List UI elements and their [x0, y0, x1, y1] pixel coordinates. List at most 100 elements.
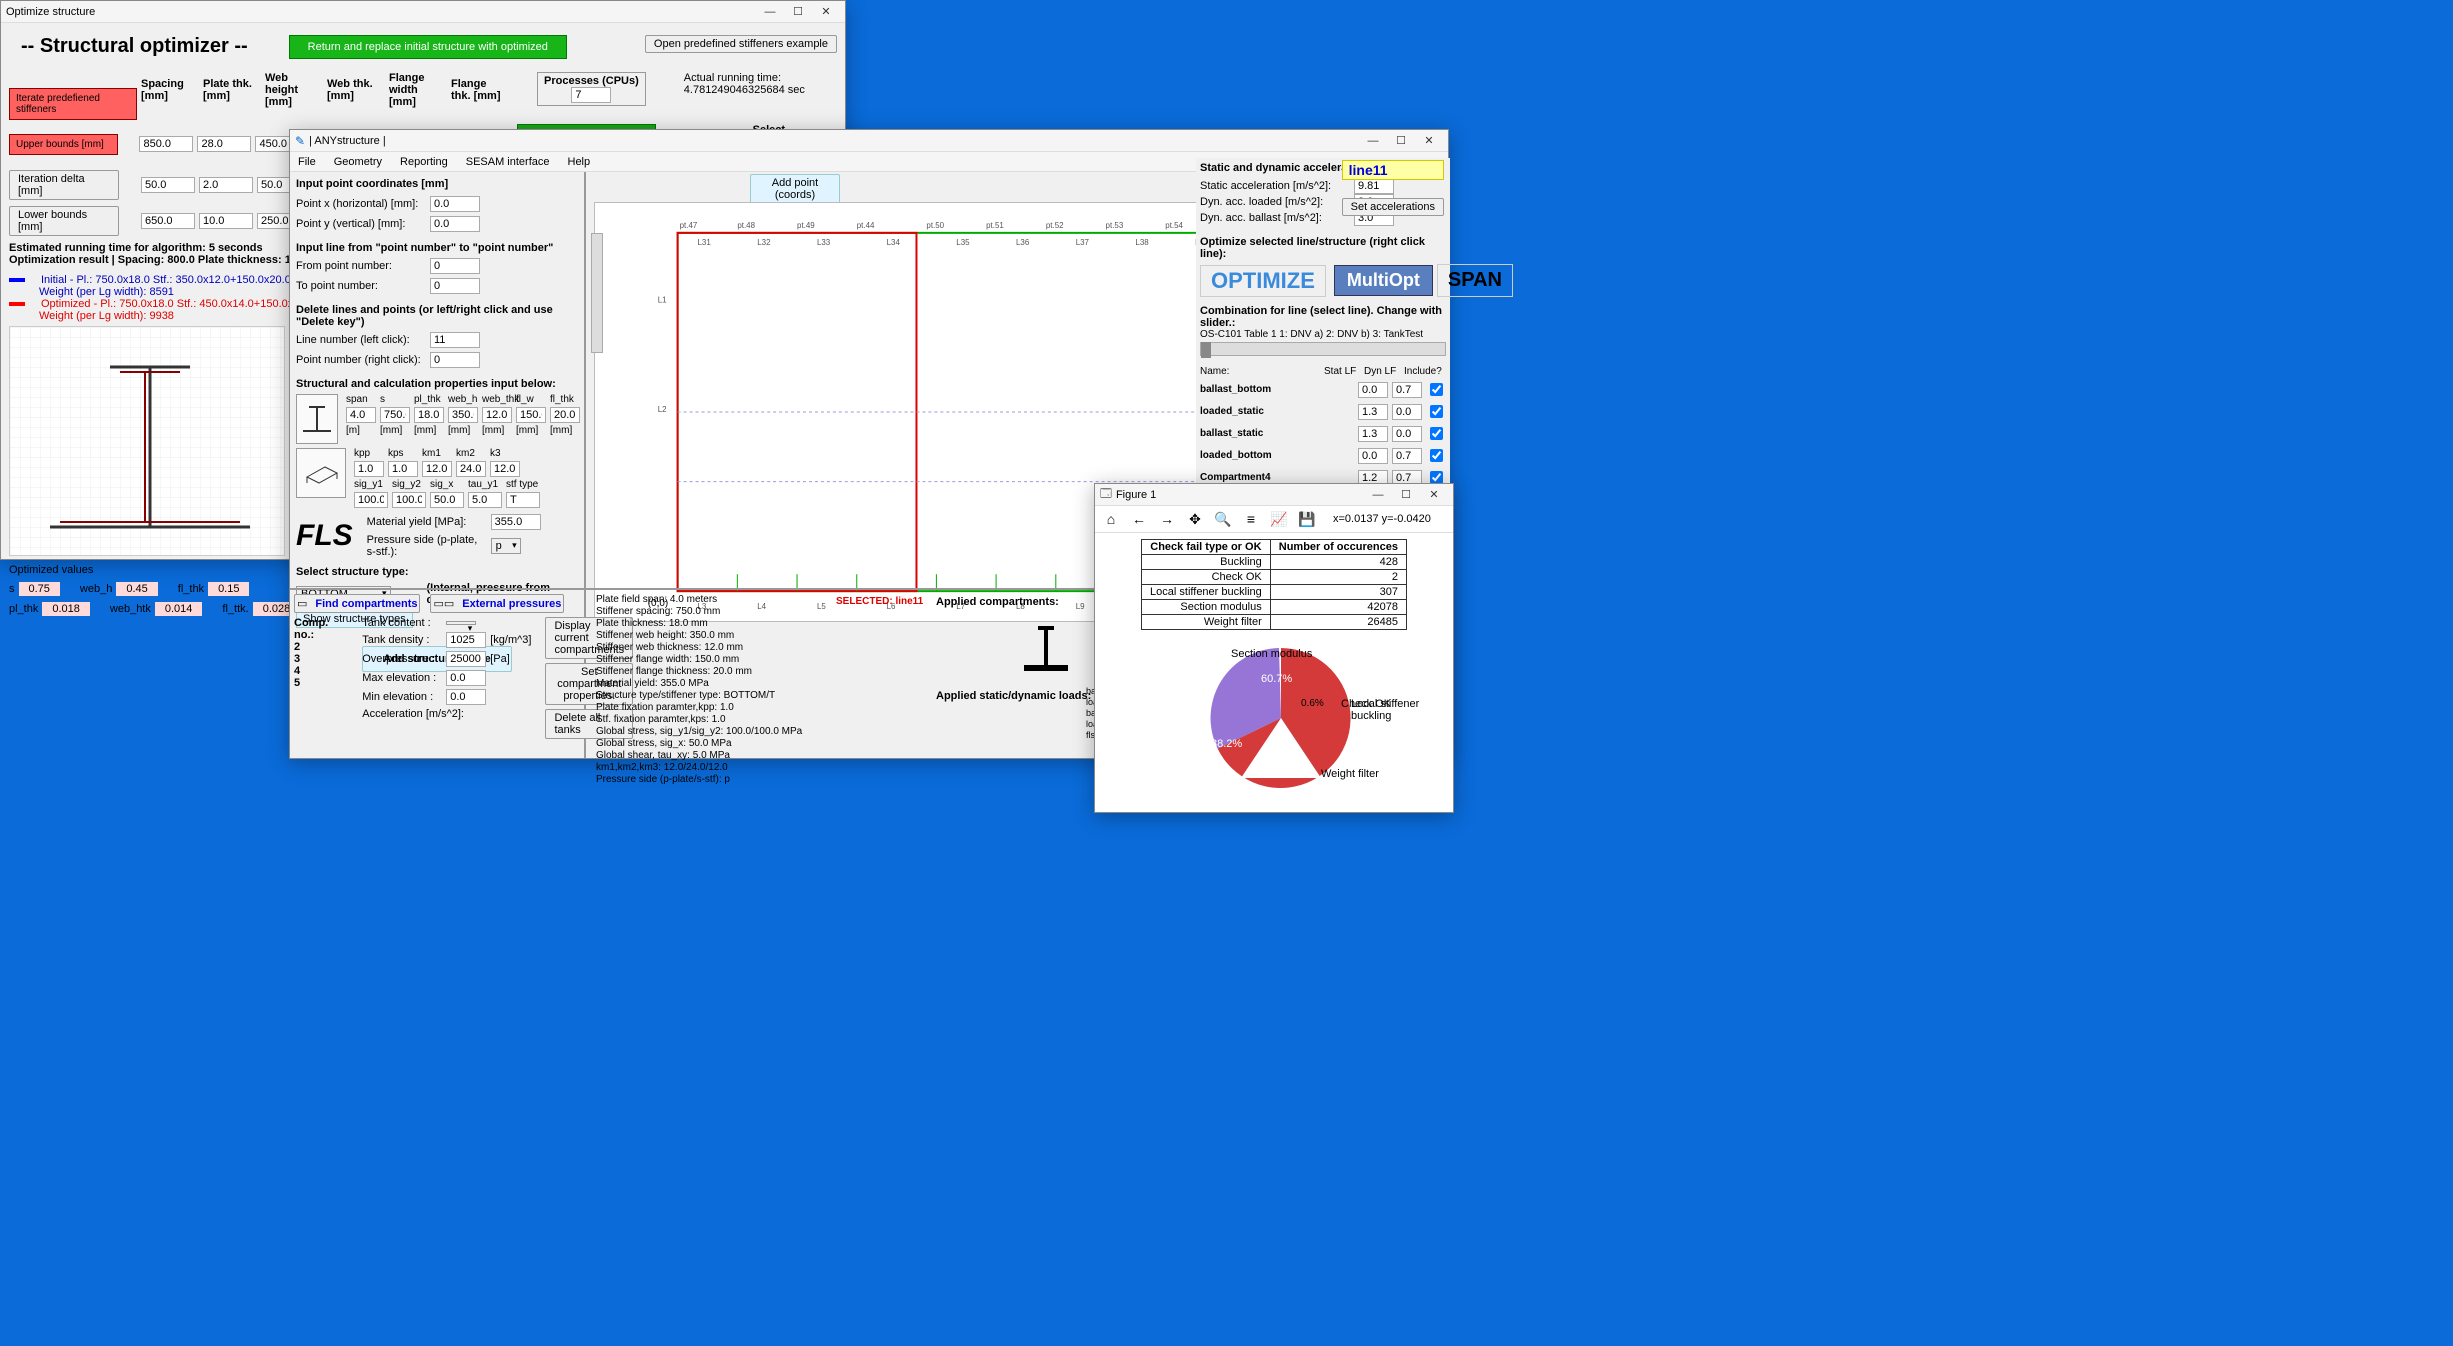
sig-v-3[interactable] [468, 492, 502, 508]
fig-max-icon[interactable]: ☐ [1392, 486, 1420, 504]
ft-v-1: 2 [1270, 570, 1406, 585]
sig-v-4[interactable] [506, 492, 540, 508]
c2[interactable]: 2 [294, 641, 328, 653]
feather-icon: ✎ [295, 134, 305, 148]
lc-stat-0[interactable] [1358, 382, 1388, 398]
lc-dyn-0[interactable] [1392, 382, 1422, 398]
props-v-2[interactable] [414, 407, 444, 423]
lc-dyn-2[interactable] [1392, 426, 1422, 442]
pn-input[interactable] [430, 352, 480, 368]
find-compartments-button[interactable]: ▭ Find compartments [294, 594, 420, 613]
lbl-ok: Check OK [1341, 698, 1391, 710]
any-close-icon[interactable]: ✕ [1415, 132, 1443, 150]
px-input[interactable] [430, 196, 480, 212]
lc-stat-3[interactable] [1358, 448, 1388, 464]
props-v-0[interactable] [346, 407, 376, 423]
iterate-button[interactable]: Iterate predefiened stiffeners [9, 88, 137, 120]
ub-spacing[interactable] [139, 136, 193, 152]
menu-file[interactable]: File [298, 156, 316, 168]
zoom-icon[interactable]: 🔍 [1213, 509, 1233, 529]
c4[interactable]: 4 [294, 665, 328, 677]
lc-chk-2[interactable] [1430, 427, 1443, 440]
c5[interactable]: 5 [294, 677, 328, 689]
vscroll[interactable] [591, 233, 603, 353]
return-replace-button[interactable]: Return and replace initial structure wit… [289, 35, 567, 59]
d-plate[interactable] [199, 177, 253, 193]
lc-dyn-h: Dyn LF [1364, 366, 1400, 377]
sig-v-2[interactable] [430, 492, 464, 508]
config-icon[interactable]: ≡ [1241, 509, 1261, 529]
processes-input[interactable] [571, 87, 611, 103]
any-max-icon[interactable]: ☐ [1387, 132, 1415, 150]
py-input[interactable] [430, 216, 480, 232]
back-icon[interactable]: ← [1129, 509, 1149, 529]
lb-spacing[interactable] [141, 213, 195, 229]
k-v-4[interactable] [490, 461, 520, 477]
any-min-icon[interactable]: — [1359, 132, 1387, 150]
forward-icon[interactable]: → [1157, 509, 1177, 529]
props-h-5: fl_w [516, 394, 546, 405]
span-button[interactable]: SPAN [1437, 264, 1513, 297]
set-acc-button[interactable]: Set accelerations [1342, 198, 1444, 216]
lc-dyn-3[interactable] [1392, 448, 1422, 464]
ft-v-4: 26485 [1270, 615, 1406, 630]
mat-yield-input[interactable] [491, 514, 541, 530]
ln-input[interactable] [430, 332, 480, 348]
pan-icon[interactable]: ✥ [1185, 509, 1205, 529]
min-icon[interactable]: — [756, 3, 784, 21]
c3[interactable]: 3 [294, 653, 328, 665]
plot-icon: 🗔 [1100, 485, 1112, 504]
ub-plate[interactable] [197, 136, 251, 152]
svg-text:L32: L32 [757, 238, 771, 247]
save-icon[interactable]: 💾 [1297, 509, 1317, 529]
sig-v-0[interactable] [354, 492, 388, 508]
menu-reporting[interactable]: Reporting [400, 156, 448, 168]
lc-chk-3[interactable] [1430, 449, 1443, 462]
k-v-3[interactable] [456, 461, 486, 477]
press-side-dropdown[interactable]: p [491, 538, 521, 554]
props-v-4[interactable] [482, 407, 512, 423]
menu-help[interactable]: Help [568, 156, 591, 168]
d-spacing[interactable] [141, 177, 195, 193]
props-v-1[interactable] [380, 407, 410, 423]
svg-text:L33: L33 [817, 238, 831, 247]
runtime-value: 4.781249046325684 sec [684, 84, 805, 96]
fig-close-icon[interactable]: ✕ [1420, 486, 1448, 504]
props-v-5[interactable] [516, 407, 546, 423]
tcontent-dd[interactable] [446, 621, 476, 625]
optimize-button[interactable]: OPTIMIZE [1200, 265, 1326, 297]
me-input[interactable] [446, 670, 486, 686]
menu-geometry[interactable]: Geometry [334, 156, 382, 168]
mi-input[interactable] [446, 689, 486, 705]
k-v-2[interactable] [422, 461, 452, 477]
sig-v-1[interactable] [392, 492, 426, 508]
close-icon[interactable]: ✕ [812, 3, 840, 21]
props-v-3[interactable] [448, 407, 478, 423]
axes-icon[interactable]: 📈 [1269, 509, 1289, 529]
lb-plate[interactable] [199, 213, 253, 229]
fig-min-icon[interactable]: — [1364, 486, 1392, 504]
lc-chk-1[interactable] [1430, 405, 1443, 418]
ov-webh-l: web_h [80, 583, 112, 595]
open-example-button[interactable]: Open predefined stiffeners example [645, 35, 837, 53]
combo-l: Combination for line (select line). Chan… [1200, 305, 1446, 329]
dyn-bal-l: Dyn. acc. ballast [m/s^2]: [1200, 212, 1350, 224]
ext-press-button[interactable]: ▭▭ External pressures [430, 594, 564, 613]
k-v-0[interactable] [354, 461, 384, 477]
op-input[interactable] [446, 651, 486, 667]
lc-dyn-1[interactable] [1392, 404, 1422, 420]
max-icon[interactable]: ☐ [784, 3, 812, 21]
home-icon[interactable]: ⌂ [1101, 509, 1121, 529]
lc-chk-0[interactable] [1430, 383, 1443, 396]
combo-slider[interactable] [1200, 342, 1446, 356]
th1: Check fail type or OK [1142, 540, 1271, 555]
lc-stat-2[interactable] [1358, 426, 1388, 442]
k-v-1[interactable] [388, 461, 418, 477]
tdens-input[interactable] [446, 632, 486, 648]
props-v-6[interactable] [550, 407, 580, 423]
from-input[interactable] [430, 258, 480, 274]
multiopt-button[interactable]: MultiOpt [1334, 265, 1433, 296]
menu-sesam[interactable]: SESAM interface [466, 156, 550, 168]
lc-stat-1[interactable] [1358, 404, 1388, 420]
to-input[interactable] [430, 278, 480, 294]
